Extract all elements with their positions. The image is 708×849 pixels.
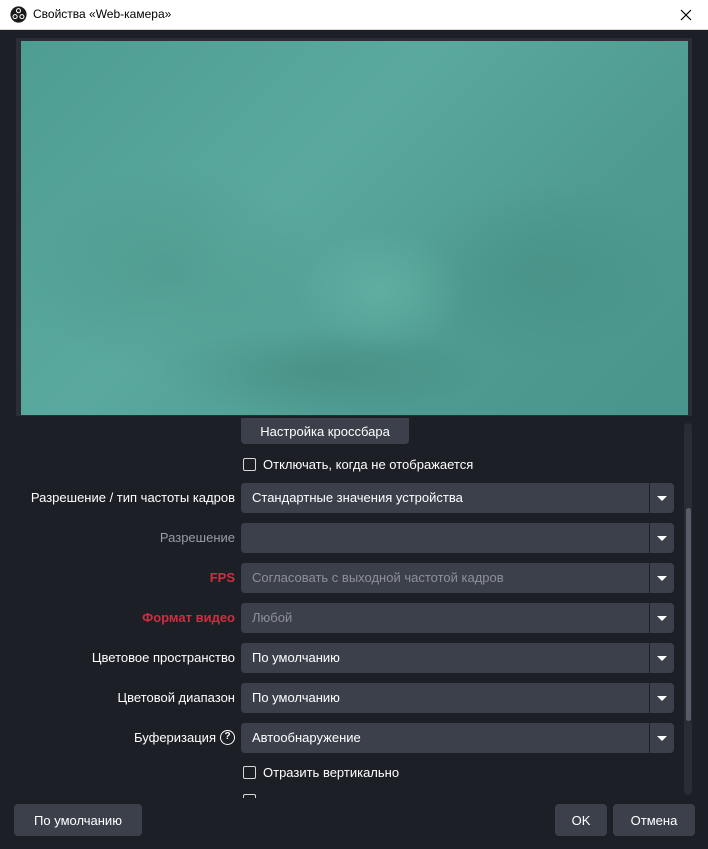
dropdown-value: Стандартные значения устройства [252, 490, 463, 505]
deactivate-when-hidden-checkbox[interactable]: Отключать, когда не отображается [243, 456, 473, 472]
close-button[interactable] [664, 0, 708, 30]
fps-dropdown[interactable]: Согласовать с выходной частотой кадров [241, 563, 674, 593]
resolution-label: Разрешение [159, 530, 235, 545]
chevron-down-icon [657, 696, 667, 701]
resolution-dropdown[interactable] [241, 523, 674, 553]
camera-preview [21, 41, 688, 415]
obs-logo-icon [10, 6, 27, 23]
chevron-down-icon [657, 736, 667, 741]
color-space-label: Цветовое пространство [91, 650, 235, 665]
video-format-label: Формат видео [142, 610, 235, 625]
dropdown-value: Согласовать с выходной частотой кадров [252, 570, 504, 585]
color-space-dropdown[interactable]: По умолчанию [241, 643, 674, 673]
chevron-down-icon [657, 576, 667, 581]
chevron-down-icon [657, 656, 667, 661]
ok-button[interactable]: OK [555, 804, 607, 836]
help-icon[interactable]: ? [220, 730, 235, 746]
flip-vertically-checkbox[interactable]: Отразить вертикально [243, 764, 399, 780]
cancel-button[interactable]: Отмена [613, 804, 695, 836]
scrollbar-thumb[interactable] [686, 508, 691, 721]
resolution-fps-type-dropdown[interactable]: Стандартные значения устройства [241, 483, 674, 513]
dropdown-value: Автообнаружение [252, 730, 361, 745]
title-bar: Свойства «Web-камера» [0, 0, 708, 30]
close-icon [680, 9, 692, 21]
dropdown-value: По умолчанию [252, 650, 340, 665]
checkbox-label: Отключать, когда не отображается [263, 456, 474, 472]
color-range-label: Цветовой диапазон [117, 690, 235, 705]
buffering-label-text: Буферизация [134, 730, 216, 745]
defaults-button[interactable]: По умолчанию [14, 804, 142, 836]
buffering-label: Буферизация? [134, 723, 235, 753]
properties-dialog: Свойства «Web-камера» Настройка кроссбар… [0, 0, 708, 849]
crossbar-settings-button[interactable]: Настройка кроссбара [241, 418, 409, 444]
dropdown-value: По умолчанию [252, 690, 340, 705]
partially-visible-checkbox[interactable] [243, 794, 256, 798]
checkbox-box[interactable] [243, 457, 256, 471]
chevron-down-icon [657, 616, 667, 621]
color-range-dropdown[interactable]: По умолчанию [241, 683, 674, 713]
checkbox-label: Отразить вертикально [263, 764, 400, 780]
buffering-dropdown[interactable]: Автообнаружение [241, 723, 674, 753]
dropdown-value: Любой [252, 610, 293, 625]
chevron-down-icon [657, 496, 667, 501]
window-title: Свойства «Web-камера» [33, 7, 172, 21]
resolution-fps-type-label: Разрешение / тип частоты кадров [30, 490, 235, 505]
chevron-down-icon [657, 536, 667, 541]
video-format-dropdown[interactable]: Любой [241, 603, 674, 633]
checkbox-box[interactable] [243, 765, 256, 779]
fps-label: FPS [209, 570, 235, 585]
